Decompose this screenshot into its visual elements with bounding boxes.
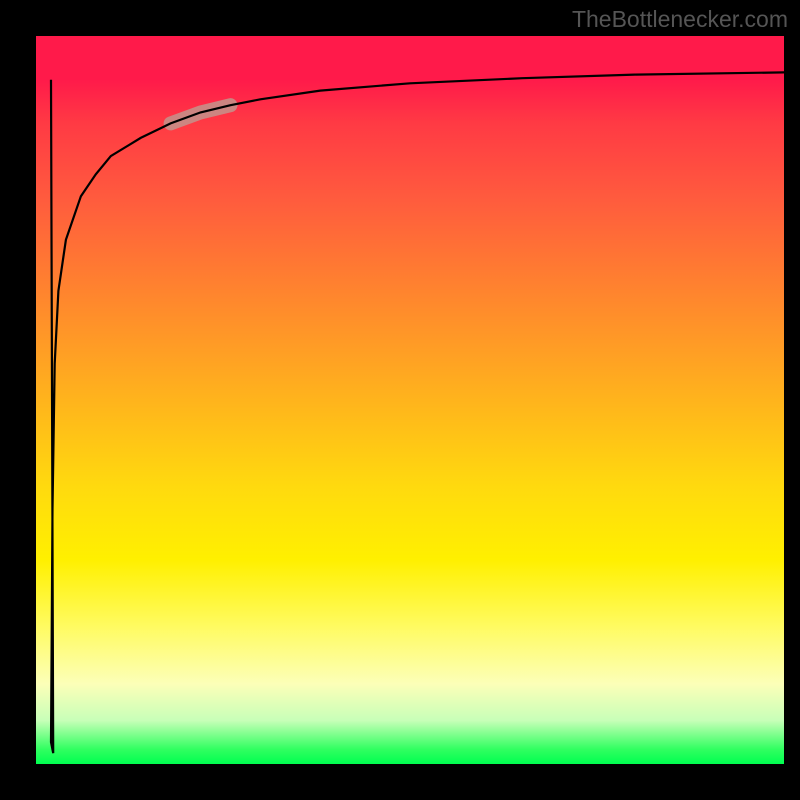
watermark-text: TheBottlenecker.com: [572, 6, 788, 33]
chart-background-gradient: [36, 36, 784, 764]
